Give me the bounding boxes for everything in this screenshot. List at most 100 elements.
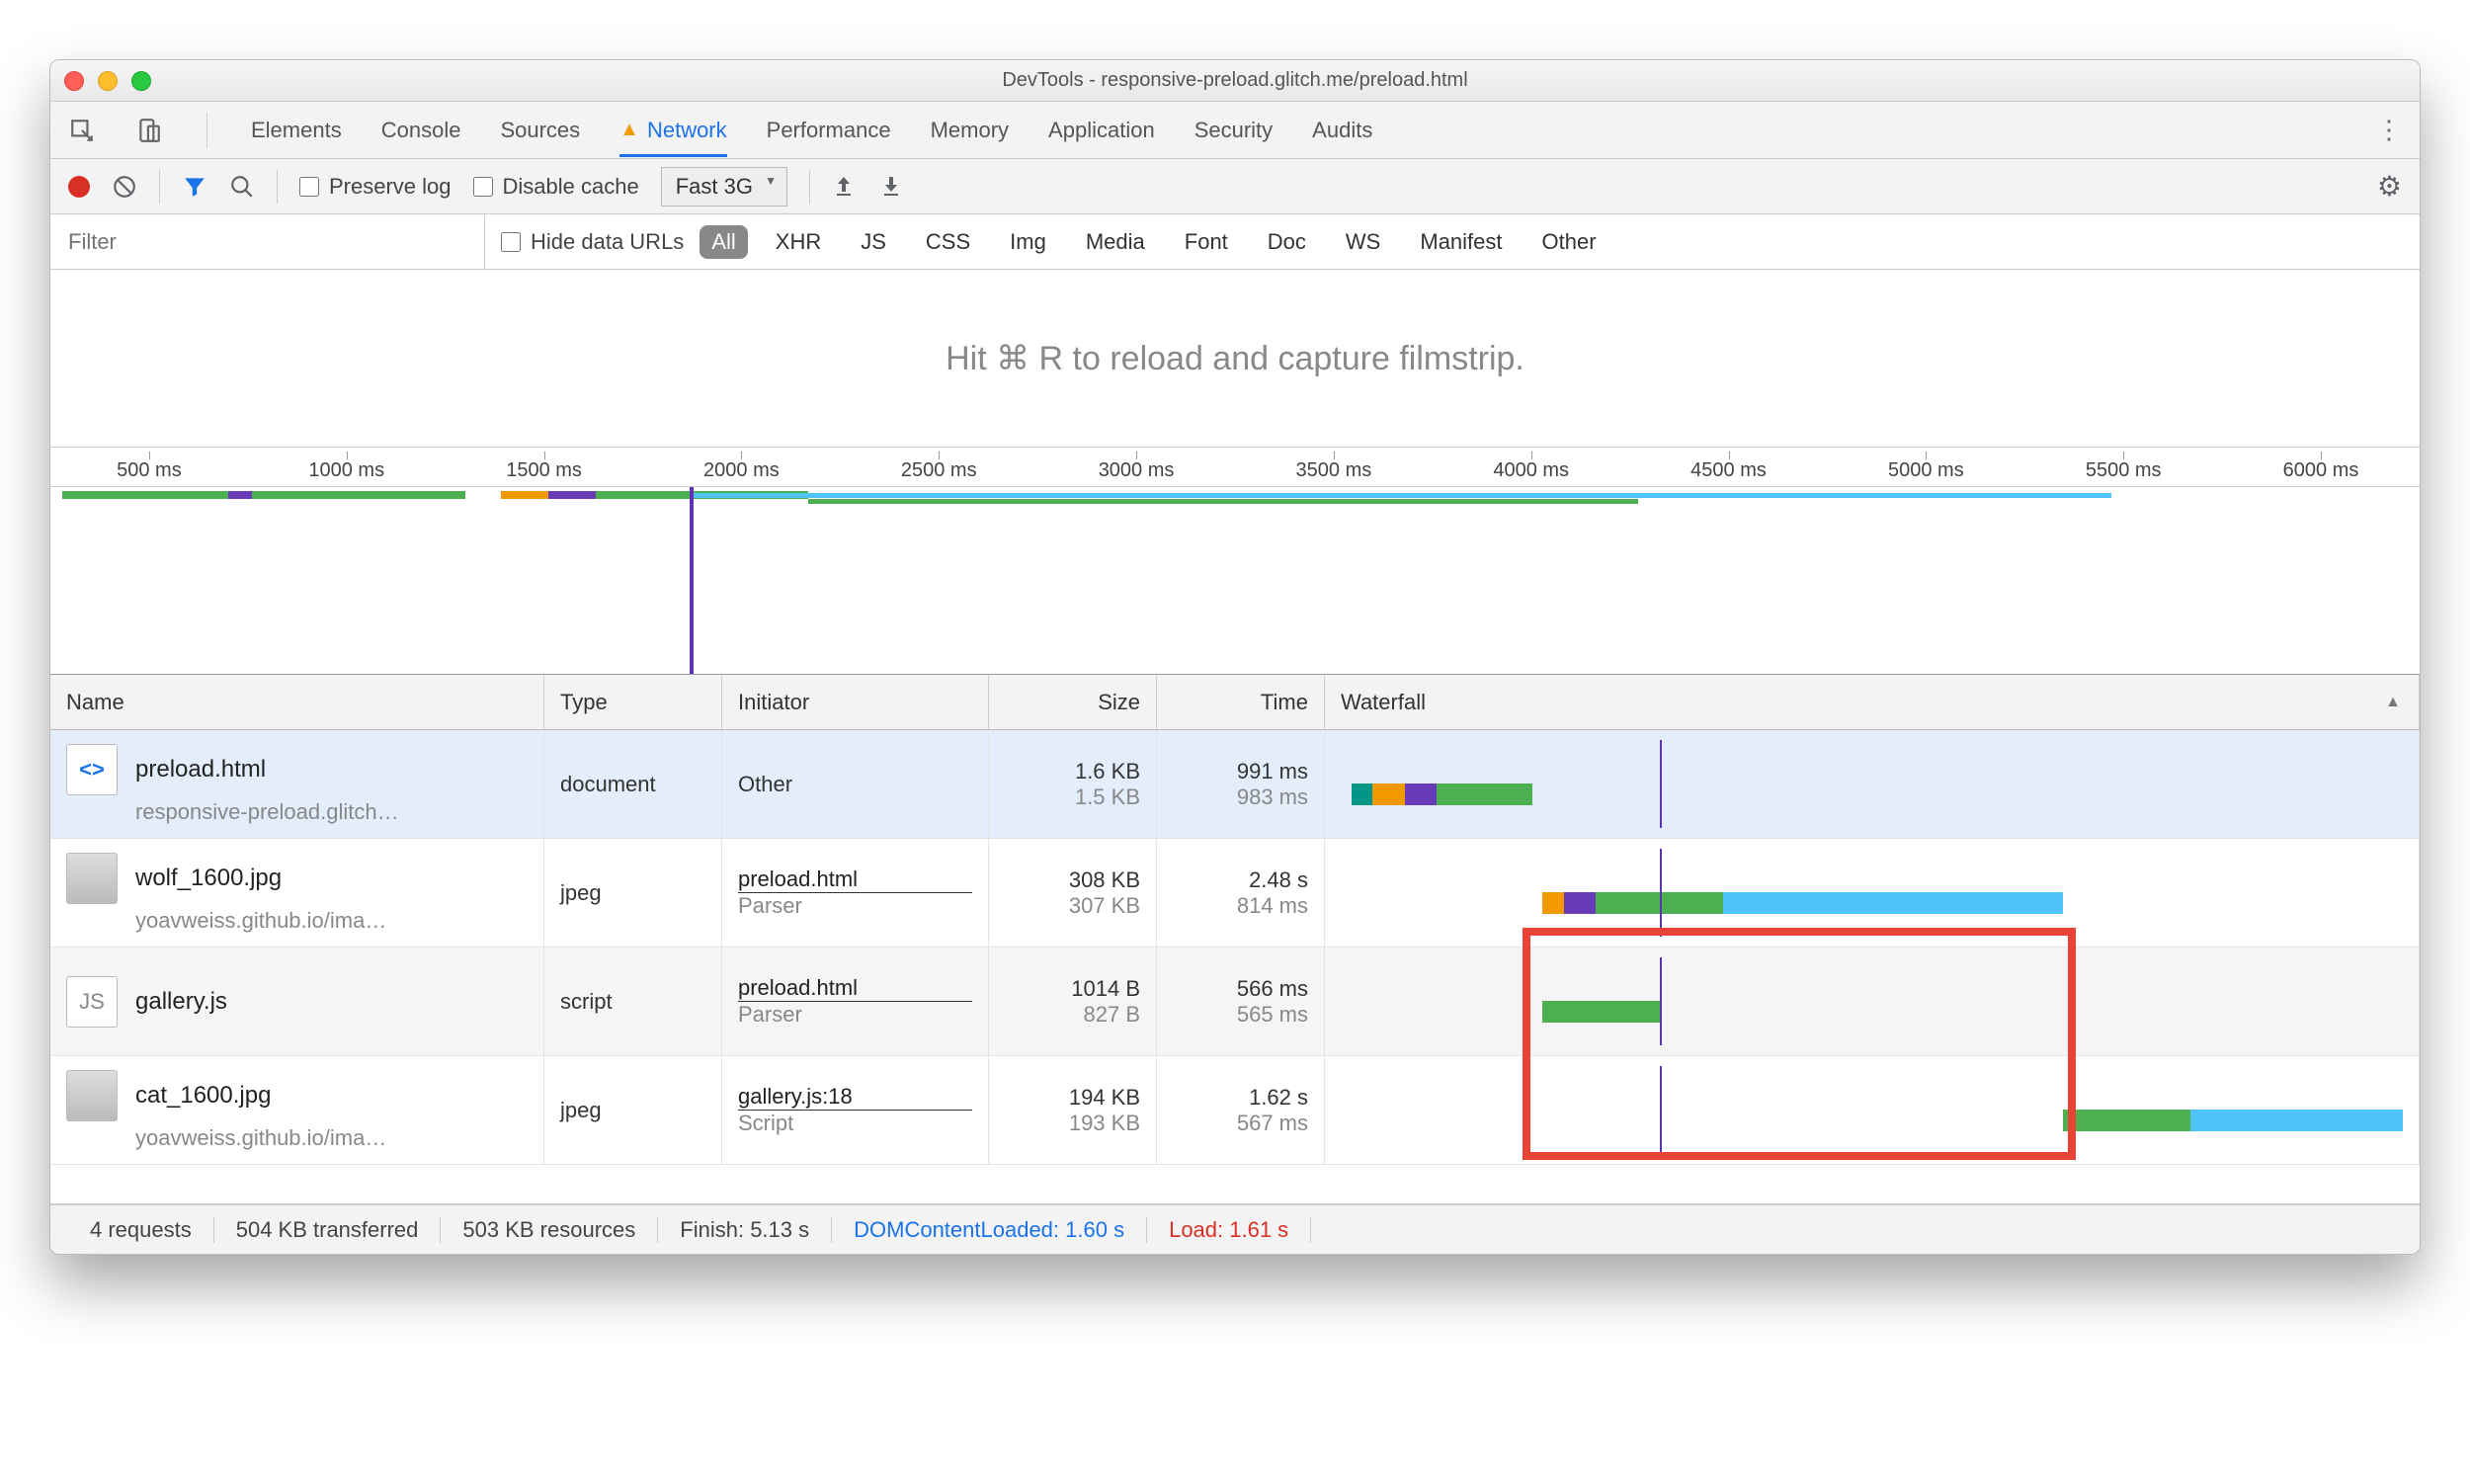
- request-domain: yoavweiss.github.io/ima…: [135, 908, 528, 934]
- devtools-window: DevTools - responsive-preload.glitch.me/…: [49, 59, 2421, 1255]
- tick: 3000 ms: [1037, 459, 1235, 482]
- status-finish: Finish: 5.13 s: [658, 1217, 832, 1243]
- document-icon: <>: [66, 744, 118, 795]
- tab-audits[interactable]: Audits: [1312, 104, 1372, 157]
- tab-network[interactable]: ▲Network: [619, 104, 726, 157]
- timeline-overview[interactable]: 500 ms 1000 ms 1500 ms 2000 ms 2500 ms 3…: [50, 448, 2420, 675]
- status-requests: 4 requests: [68, 1217, 214, 1243]
- tick: 4500 ms: [1630, 459, 1828, 482]
- settings-icon[interactable]: ⚙: [2377, 170, 2402, 203]
- status-load: Load: 1.61 s: [1147, 1217, 1311, 1243]
- filter-type-media[interactable]: Media: [1074, 225, 1157, 259]
- tab-performance[interactable]: Performance: [767, 104, 891, 157]
- dcl-marker: [690, 487, 694, 674]
- device-mode-icon[interactable]: [135, 117, 163, 144]
- window-title: DevTools - responsive-preload.glitch.me/…: [50, 69, 2420, 92]
- col-waterfall[interactable]: Waterfall▲: [1325, 675, 2420, 729]
- tick: 1500 ms: [446, 459, 643, 482]
- filter-type-ws[interactable]: WS: [1334, 225, 1392, 259]
- request-size: 1014 B: [1071, 976, 1140, 1002]
- tick: 1000 ms: [248, 459, 446, 482]
- col-size[interactable]: Size: [989, 675, 1157, 729]
- preserve-log-checkbox[interactable]: Preserve log: [299, 174, 452, 200]
- request-initiator: Other: [738, 772, 972, 797]
- upload-har-icon[interactable]: [832, 174, 858, 200]
- disable-cache-checkbox[interactable]: Disable cache: [473, 174, 639, 200]
- request-initiator[interactable]: preload.html: [738, 866, 972, 893]
- tick: 5000 ms: [1827, 459, 2024, 482]
- tab-application[interactable]: Application: [1048, 104, 1155, 157]
- request-time: 1.62 s: [1249, 1085, 1308, 1111]
- filter-type-xhr[interactable]: XHR: [764, 225, 833, 259]
- record-button[interactable]: [68, 176, 90, 198]
- tick: 3500 ms: [1235, 459, 1433, 482]
- titlebar: DevTools - responsive-preload.glitch.me/…: [50, 60, 2420, 102]
- inspect-icon[interactable]: [68, 117, 96, 144]
- throttling-select[interactable]: Fast 3G: [661, 167, 787, 206]
- filter-bar: Hide data URLs All XHR JS CSS Img Media …: [50, 214, 2420, 270]
- status-resources: 503 KB resources: [441, 1217, 658, 1243]
- warning-icon: ▲: [619, 119, 639, 141]
- request-initiator[interactable]: gallery.js:18: [738, 1084, 972, 1111]
- filter-type-manifest[interactable]: Manifest: [1408, 225, 1514, 259]
- request-type: script: [544, 948, 722, 1055]
- hide-data-urls-checkbox[interactable]: Hide data URLs: [501, 229, 684, 255]
- request-name: wolf_1600.jpg: [135, 865, 282, 892]
- request-initiator[interactable]: preload.html: [738, 975, 972, 1002]
- more-menu-icon[interactable]: ⋮: [2376, 115, 2402, 145]
- script-icon: JS: [66, 976, 118, 1028]
- col-name[interactable]: Name: [50, 675, 544, 729]
- panel-tabs: Elements Console Sources ▲Network Perfor…: [50, 102, 2420, 159]
- col-type[interactable]: Type: [544, 675, 722, 729]
- tab-elements[interactable]: Elements: [251, 104, 342, 157]
- tick: 4000 ms: [1433, 459, 1630, 482]
- filter-type-css[interactable]: CSS: [914, 225, 982, 259]
- request-row[interactable]: <> preload.html responsive-preload.glitch…: [50, 730, 2420, 839]
- tick: 2000 ms: [642, 459, 840, 482]
- tab-memory[interactable]: Memory: [931, 104, 1009, 157]
- tab-console[interactable]: Console: [381, 104, 461, 157]
- tick: 6000 ms: [2222, 459, 2420, 482]
- filter-type-img[interactable]: Img: [998, 225, 1058, 259]
- request-time: 566 ms: [1237, 976, 1308, 1002]
- tick: 500 ms: [50, 459, 248, 482]
- tick: 5500 ms: [2024, 459, 2222, 482]
- request-name: preload.html: [135, 756, 266, 783]
- request-type: document: [544, 730, 722, 838]
- image-icon: [66, 853, 118, 904]
- request-name: gallery.js: [135, 988, 227, 1016]
- request-size: 1.6 KB: [1075, 759, 1140, 784]
- filter-type-font[interactable]: Font: [1173, 225, 1240, 259]
- status-dcl: DOMContentLoaded: 1.60 s: [832, 1217, 1147, 1243]
- col-initiator[interactable]: Initiator: [722, 675, 989, 729]
- network-toolbar: Preserve log Disable cache Fast 3G ⚙: [50, 159, 2420, 214]
- tick: 2500 ms: [840, 459, 1037, 482]
- clear-icon[interactable]: [112, 174, 137, 200]
- filter-type-js[interactable]: JS: [849, 225, 898, 259]
- filter-type-other[interactable]: Other: [1530, 225, 1608, 259]
- table-headers: Name Type Initiator Size Time Waterfall▲: [50, 675, 2420, 730]
- request-time: 2.48 s: [1249, 867, 1308, 893]
- status-bar: 4 requests 504 KB transferred 503 KB res…: [50, 1204, 2420, 1254]
- request-time: 991 ms: [1237, 759, 1308, 784]
- request-type: jpeg: [544, 1056, 722, 1164]
- tab-security[interactable]: Security: [1194, 104, 1273, 157]
- filter-input[interactable]: [50, 214, 485, 269]
- request-size: 194 KB: [1069, 1085, 1140, 1111]
- filmstrip-hint: Hit ⌘ R to reload and capture filmstrip.: [50, 270, 2420, 448]
- col-time[interactable]: Time: [1157, 675, 1325, 729]
- download-har-icon[interactable]: [879, 174, 905, 200]
- filter-type-doc[interactable]: Doc: [1256, 225, 1318, 259]
- search-icon[interactable]: [229, 174, 255, 200]
- image-icon: [66, 1070, 118, 1121]
- request-domain: yoavweiss.github.io/ima…: [135, 1125, 528, 1151]
- tab-sources[interactable]: Sources: [500, 104, 580, 157]
- annotation-highlight-box: [1523, 928, 2076, 1160]
- status-transferred: 504 KB transferred: [214, 1217, 442, 1243]
- request-domain: responsive-preload.glitch…: [135, 799, 528, 825]
- filter-icon[interactable]: [182, 174, 207, 200]
- request-size: 308 KB: [1069, 867, 1140, 893]
- filter-type-all[interactable]: All: [700, 225, 747, 259]
- sort-icon: ▲: [2385, 694, 2401, 711]
- request-type: jpeg: [544, 839, 722, 947]
